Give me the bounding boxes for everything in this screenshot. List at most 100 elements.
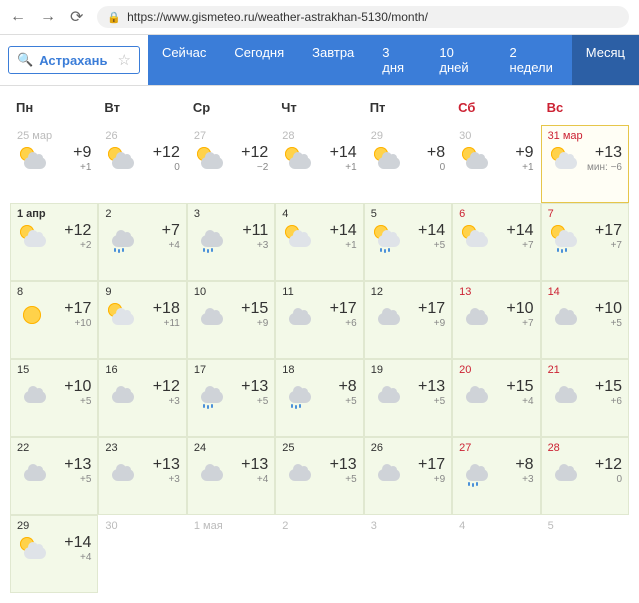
reload-icon[interactable]: ⟳: [70, 7, 83, 27]
tab-1[interactable]: Сегодня: [220, 35, 298, 85]
tab-6[interactable]: Месяц: [572, 35, 639, 85]
day-cell[interactable]: 14+10+5: [541, 281, 629, 359]
day-cell[interactable]: 30+9+1: [452, 125, 540, 203]
date-label: 26: [371, 442, 445, 454]
forward-icon[interactable]: →: [40, 8, 56, 26]
day-cell[interactable]: 27+8+3: [452, 437, 540, 515]
tab-2[interactable]: Завтра: [298, 35, 368, 85]
day-cell[interactable]: 29+14+4: [10, 515, 98, 593]
day-cell[interactable]: 1 апр+12+2: [10, 203, 98, 281]
date-label: 12: [371, 286, 445, 298]
star-icon[interactable]: ☆: [117, 51, 130, 69]
day-cell[interactable]: 26+17+9: [364, 437, 452, 515]
date-label: 1 мая: [194, 520, 268, 532]
temp-high: +17: [595, 222, 622, 240]
day-cell[interactable]: 5+14+5: [364, 203, 452, 281]
day-cell[interactable]: 30: [98, 515, 186, 593]
day-cell[interactable]: 17+13+5: [187, 359, 275, 437]
day-cell[interactable]: 2: [275, 515, 363, 593]
back-icon[interactable]: ←: [10, 8, 26, 26]
temp-low: +6: [611, 396, 622, 407]
date-label: 8: [17, 286, 91, 298]
date-label: 25: [282, 442, 356, 454]
day-cell[interactable]: 13+10+7: [452, 281, 540, 359]
day-cell[interactable]: 31 мар+13мин: −6: [541, 125, 629, 203]
day-cell[interactable]: 1 мая: [187, 515, 275, 593]
weekday-label: Вс: [541, 96, 629, 119]
day-cell[interactable]: 15+10+5: [10, 359, 98, 437]
day-cell[interactable]: 5: [541, 515, 629, 593]
tab-0[interactable]: Сейчас: [148, 35, 220, 85]
temp-high: +13: [64, 456, 91, 474]
day-cell[interactable]: 2+7+4: [98, 203, 186, 281]
day-cell[interactable]: 4: [452, 515, 540, 593]
weather-icon: [371, 224, 401, 250]
city-search[interactable]: 🔍 Астрахань ☆: [8, 46, 140, 74]
date-label: 28: [548, 442, 622, 454]
day-cell[interactable]: 28+120: [541, 437, 629, 515]
temp-high: +13: [153, 456, 180, 474]
temp-low: мин: −6: [587, 162, 622, 173]
day-cell[interactable]: 29+80: [364, 125, 452, 203]
date-label: 7: [548, 208, 622, 220]
temp-low: +1: [522, 162, 533, 173]
temp-low: +9: [434, 318, 445, 329]
day-cell[interactable]: 24+13+4: [187, 437, 275, 515]
day-cell[interactable]: 19+13+5: [364, 359, 452, 437]
date-label: 31 мар: [548, 130, 622, 142]
day-cell[interactable]: 20+15+4: [452, 359, 540, 437]
day-cell[interactable]: 9+18+11: [98, 281, 186, 359]
day-cell[interactable]: 8+17+10: [10, 281, 98, 359]
day-cell[interactable]: 26+120: [98, 125, 186, 203]
day-cell[interactable]: 3+11+3: [187, 203, 275, 281]
date-label: 2: [105, 208, 179, 220]
date-label: 15: [17, 364, 91, 376]
date-label: 23: [105, 442, 179, 454]
day-cell[interactable]: 25 мар+9+1: [10, 125, 98, 203]
day-cell[interactable]: 4+14+1: [275, 203, 363, 281]
day-cell[interactable]: 12+17+9: [364, 281, 452, 359]
temp-high: +7: [162, 222, 180, 240]
day-cell[interactable]: 16+12+3: [98, 359, 186, 437]
temp-low: +2: [80, 240, 91, 251]
day-cell[interactable]: 22+13+5: [10, 437, 98, 515]
temp-high: +8: [515, 456, 533, 474]
day-cell[interactable]: 7+17+7: [541, 203, 629, 281]
day-cell[interactable]: 18+8+5: [275, 359, 363, 437]
tab-3[interactable]: 3 дня: [368, 35, 425, 85]
weather-icon: [282, 146, 312, 172]
tab-4[interactable]: 10 дней: [425, 35, 495, 85]
day-cell[interactable]: 10+15+9: [187, 281, 275, 359]
date-label: 26: [105, 130, 179, 142]
date-label: 9: [105, 286, 179, 298]
url-bar[interactable]: 🔒 https://www.gismeteo.ru/weather-astrak…: [97, 6, 629, 28]
temp-high: +15: [241, 300, 268, 318]
date-label: 20: [459, 364, 533, 376]
date-label: 1 апр: [17, 208, 91, 220]
temp-high: +12: [595, 456, 622, 474]
date-label: 29: [17, 520, 91, 532]
temp-low: +3: [168, 474, 179, 485]
tab-5[interactable]: 2 недели: [496, 35, 572, 85]
temp-high: +14: [506, 222, 533, 240]
date-label: 18: [282, 364, 356, 376]
date-label: 27: [194, 130, 268, 142]
temp-low: +1: [345, 162, 356, 173]
date-label: 30: [105, 520, 179, 532]
day-cell[interactable]: 3: [364, 515, 452, 593]
day-cell[interactable]: 23 +13+3: [98, 437, 186, 515]
day-cell[interactable]: 27+12−2: [187, 125, 275, 203]
day-cell[interactable]: 25+13+5: [275, 437, 363, 515]
day-cell[interactable]: 28+14+1: [275, 125, 363, 203]
date-label: 10: [194, 286, 268, 298]
date-label: 24: [194, 442, 268, 454]
temp-high: +17: [330, 300, 357, 318]
weekday-label: Чт: [275, 96, 363, 119]
weather-icon: [371, 458, 401, 484]
day-cell[interactable]: 21+15+6: [541, 359, 629, 437]
day-cell[interactable]: 6+14+7: [452, 203, 540, 281]
temp-high: +9: [515, 144, 533, 162]
temp-high: +13: [241, 378, 268, 396]
day-cell[interactable]: 11+17+6: [275, 281, 363, 359]
weather-icon: [17, 146, 47, 172]
